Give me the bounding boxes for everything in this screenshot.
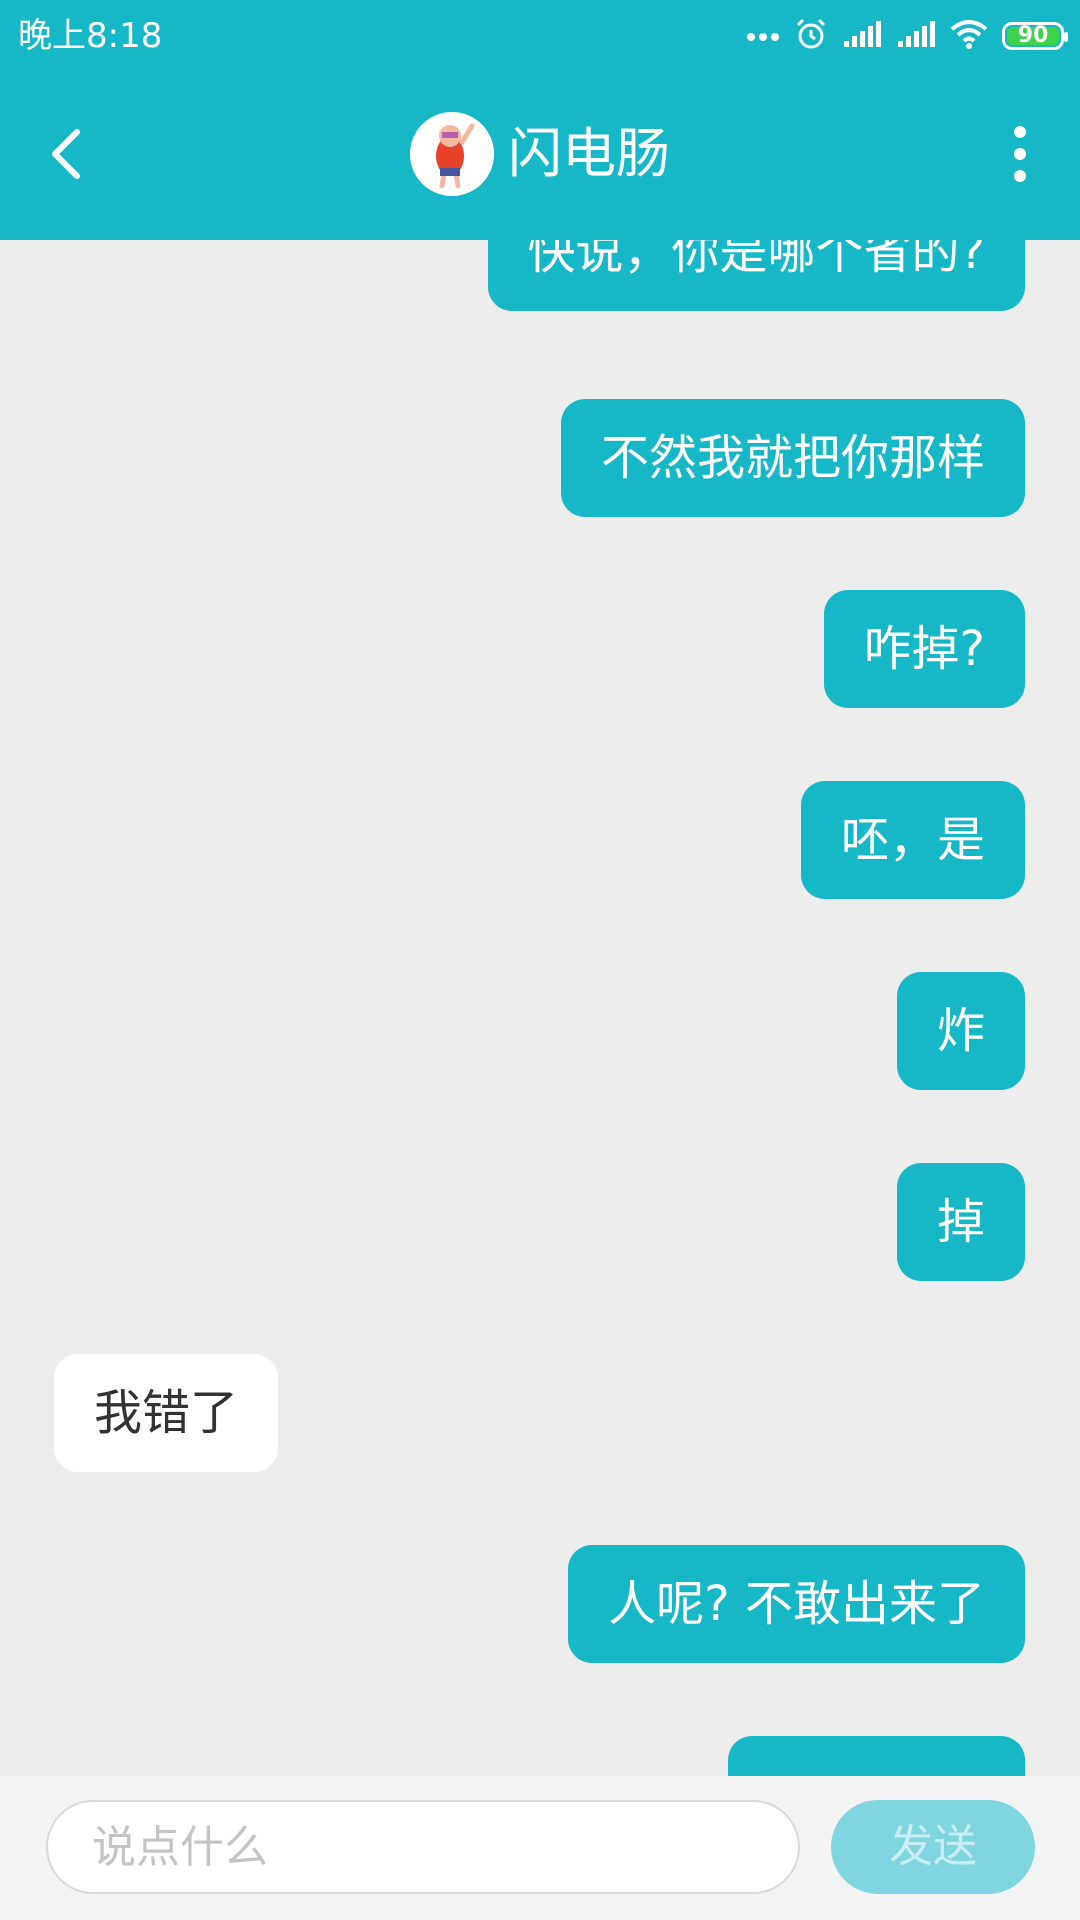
- message-bubble-sent[interactable]: 掉: [896, 1163, 1025, 1281]
- input-bar: 发送: [0, 1776, 1080, 1920]
- message-bubble-sent[interactable]: 人呢? 不敢出来了: [568, 1545, 1025, 1663]
- status-time: 晚上8:18: [18, 16, 163, 56]
- message-input[interactable]: [46, 1800, 800, 1894]
- message-bubble-sent[interactable]: 呸，是: [800, 781, 1025, 899]
- battery-icon: 90: [1002, 22, 1068, 50]
- message-bubble-sent-partial[interactable]: [728, 1736, 1025, 1776]
- message-bubble-received[interactable]: 我错了: [54, 1354, 279, 1472]
- message-bubble-sent[interactable]: 快说，你是哪个省的?: [487, 240, 1025, 311]
- signal-icon: [842, 19, 882, 53]
- send-button[interactable]: 发送: [831, 1800, 1035, 1894]
- message-list[interactable]: 快说，你是哪个省的? 不然我就把你那样 咋掉? 呸，是 炸 掉 我错了 人呢? …: [0, 240, 1080, 1776]
- more-vertical-icon[interactable]: [1000, 112, 1040, 196]
- status-icons: 90: [746, 14, 1068, 58]
- title-area: 闪电肠: [0, 112, 1080, 196]
- message-bubble-sent[interactable]: 咋掉?: [823, 590, 1025, 708]
- status-bar: 晚上8:18 90: [0, 0, 1080, 74]
- wifi-icon: [950, 19, 988, 53]
- chat-title: 闪电肠: [508, 122, 670, 185]
- message-bubble-sent[interactable]: 炸: [896, 972, 1025, 1090]
- chat-header: 闪电肠: [0, 74, 1080, 240]
- battery-level: 90: [1017, 23, 1049, 48]
- signal-icon: [896, 19, 936, 53]
- alarm-icon: [794, 17, 828, 55]
- message-bubble-sent[interactable]: 不然我就把你那样: [560, 399, 1025, 517]
- avatar[interactable]: [410, 112, 494, 196]
- more-dots-icon: [746, 27, 780, 46]
